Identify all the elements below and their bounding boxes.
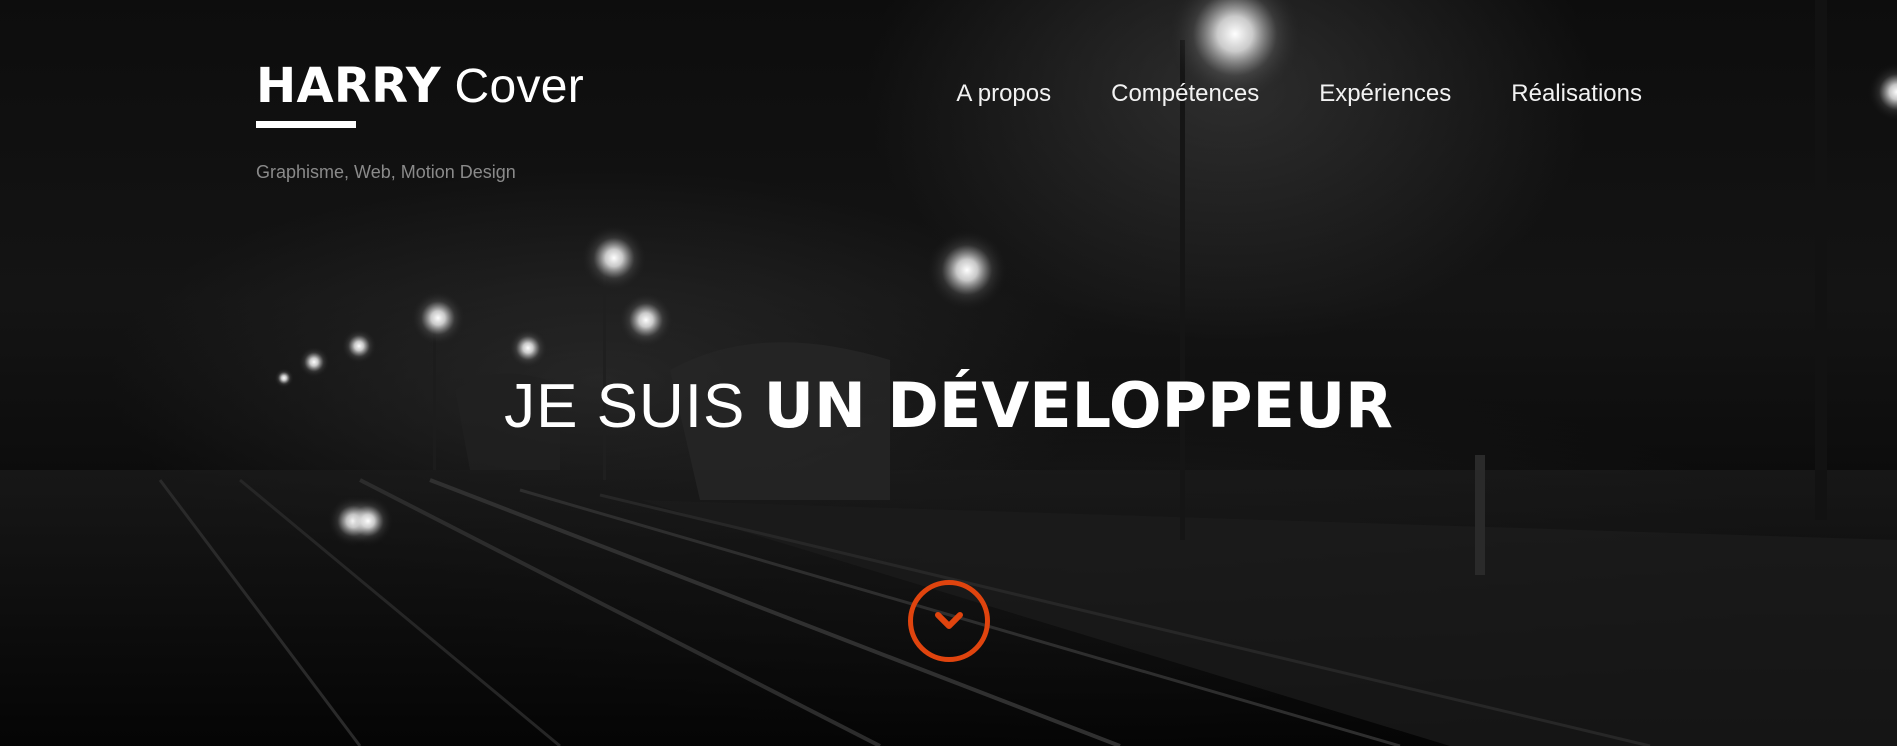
logo-underline xyxy=(256,121,356,128)
nav-item-competences[interactable]: Compétences xyxy=(1111,80,1259,108)
chevron-down-icon xyxy=(935,612,963,629)
scroll-down-button[interactable] xyxy=(908,580,990,662)
hero-headline-light: JE SUIS xyxy=(504,372,764,441)
nav-item-experiences[interactable]: Expériences xyxy=(1319,80,1451,108)
hero-section: HARRY Cover Graphisme, Web, Motion Desig… xyxy=(0,0,1897,746)
site-title-last: Cover xyxy=(440,60,585,113)
site-title: HARRY Cover xyxy=(256,56,584,117)
hero-headline-bold: UN DÉVELOPPEUR xyxy=(763,369,1393,442)
nav-item-a-propos[interactable]: A propos xyxy=(956,80,1051,108)
site-logo[interactable]: HARRY Cover xyxy=(256,56,584,128)
hero-headline: JE SUIS UN DÉVELOPPEUR xyxy=(0,370,1897,443)
nav-item-realisations[interactable]: Réalisations xyxy=(1511,80,1642,108)
main-nav: A propos Compétences Expériences Réalisa… xyxy=(956,80,1642,108)
site-title-first: HARRY xyxy=(256,58,441,114)
site-tagline: Graphisme, Web, Motion Design xyxy=(256,162,516,182)
